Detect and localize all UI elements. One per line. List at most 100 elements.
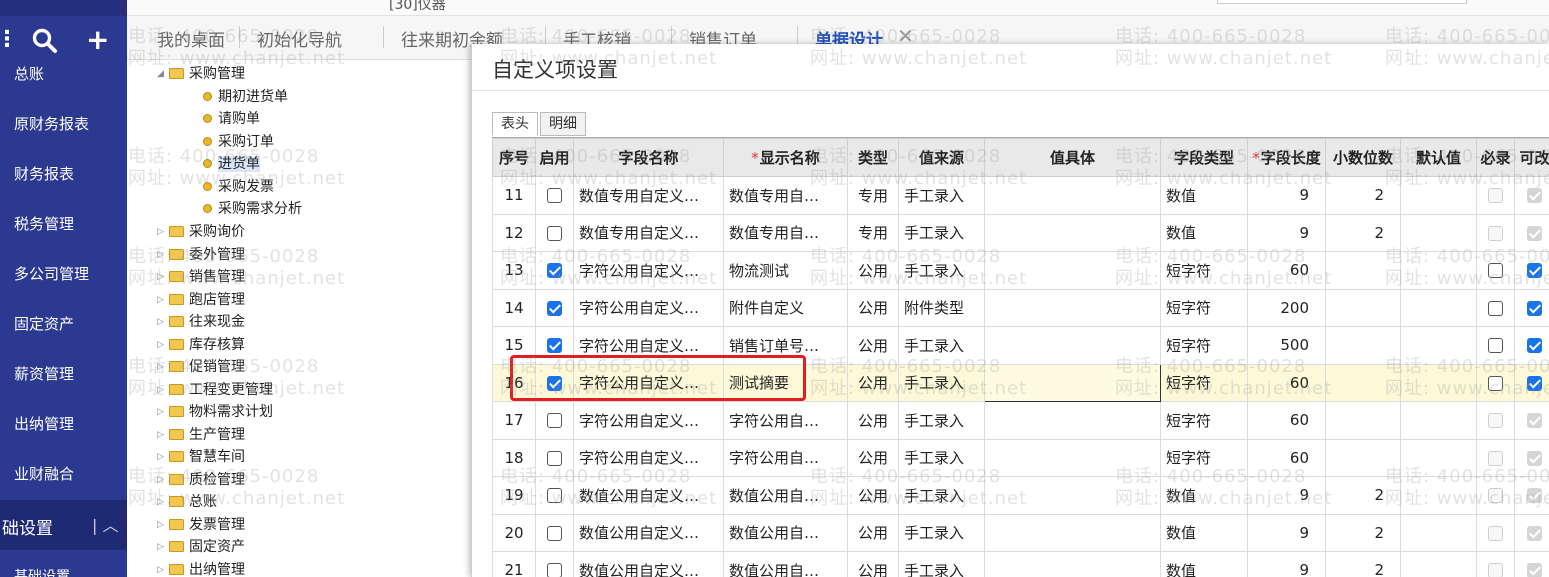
field-type-cell[interactable]: 短字符	[1160, 401, 1248, 440]
value-detail-cell[interactable]	[984, 551, 1161, 577]
value-detail-cell[interactable]	[984, 401, 1161, 440]
value-source-cell[interactable]: 手工录入	[898, 363, 985, 402]
collapsed-triangle-icon[interactable]: ▷	[157, 448, 169, 466]
decimal-places-cell[interactable]	[1325, 326, 1401, 365]
field-length-cell[interactable]: 60	[1247, 438, 1326, 477]
display-name-cell[interactable]: 字符公用自…	[723, 438, 848, 477]
value-source-cell[interactable]: 手工录入	[898, 476, 985, 515]
expanded-triangle-icon[interactable]: ◢	[157, 65, 169, 83]
tab-0[interactable]: 我的桌面	[157, 26, 225, 51]
enabled-checkbox[interactable]	[547, 375, 562, 391]
enabled-checkbox[interactable]	[547, 300, 562, 316]
table-row[interactable]: 16 字符公用自定义… 测试摘要 公用 手工录入 短字符 60	[492, 363, 1549, 402]
value-detail-cell[interactable]	[984, 288, 1161, 327]
nav-item[interactable]: 原财务报表	[14, 114, 89, 134]
required-checkbox[interactable]	[1488, 338, 1503, 354]
table-row[interactable]: 20 数值公用自定义… 数值公用自… 公用 手工录入 数值 9 2	[492, 513, 1549, 552]
decimal-places-cell[interactable]: 2	[1325, 476, 1401, 515]
tree-leaf[interactable]: 采购需求分析	[203, 200, 302, 218]
collapse-icon[interactable]: | ︿	[92, 512, 118, 536]
display-name-cell[interactable]: 数值专用自…	[723, 213, 848, 252]
collapsed-triangle-icon[interactable]: ▷	[157, 538, 169, 556]
tree-folder[interactable]: ▷ 跑店管理	[157, 291, 245, 309]
top-search-box[interactable]	[1217, 0, 1467, 4]
value-source-cell[interactable]: 手工录入	[898, 326, 985, 365]
tree-leaf[interactable]: 请购单	[203, 110, 260, 128]
field-length-cell[interactable]: 60	[1247, 401, 1326, 440]
editable-checkbox[interactable]	[1527, 263, 1542, 279]
value-source-cell[interactable]: 手工录入	[898, 401, 985, 440]
field-type-cell[interactable]: 短字符	[1160, 326, 1248, 365]
subtab-detail[interactable]: 明细	[540, 112, 586, 136]
tree-folder[interactable]: ▷ 往来现金	[157, 313, 245, 331]
nav-item[interactable]: 出纳管理	[14, 414, 74, 434]
display-name-cell[interactable]: 销售订单号…	[723, 326, 848, 365]
nav-item[interactable]: 固定资产	[14, 314, 74, 334]
tree-folder[interactable]: ▷ 生产管理	[157, 426, 245, 444]
required-checkbox[interactable]	[1488, 375, 1503, 391]
field-length-cell[interactable]: 200	[1247, 288, 1326, 327]
tree-folder[interactable]: ▷ 销售管理	[157, 268, 245, 286]
column-header[interactable]: 字段名称	[573, 138, 724, 177]
enabled-checkbox[interactable]	[547, 563, 562, 577]
value-source-cell[interactable]: 手工录入	[898, 251, 985, 290]
tree-folder[interactable]: ▷ 工程变更管理	[157, 381, 273, 399]
collapsed-triangle-icon[interactable]: ▷	[157, 403, 169, 421]
tree-leaf[interactable]: 采购订单	[203, 133, 274, 151]
field-type-cell[interactable]: 数值	[1160, 551, 1248, 577]
table-row[interactable]: 21 数值公用自定义… 数值公用自… 公用 手工录入 数值 9 2	[492, 551, 1549, 577]
default-value-cell[interactable]	[1400, 551, 1477, 577]
enabled-checkbox[interactable]	[547, 225, 562, 241]
nav-item[interactable]: 多公司管理	[14, 264, 89, 284]
tree-folder[interactable]: ▷ 物料需求计划	[157, 403, 273, 421]
field-type-cell[interactable]: 数值	[1160, 476, 1248, 515]
column-header[interactable]: 启用	[535, 138, 574, 177]
table-row[interactable]: 15 字符公用自定义… 销售订单号… 公用 手工录入 短字符 500	[492, 326, 1549, 365]
nav-sub-item[interactable]: 基础设置	[14, 566, 70, 577]
decimal-places-cell[interactable]	[1325, 288, 1401, 327]
default-value-cell[interactable]	[1400, 401, 1477, 440]
decimal-places-cell[interactable]	[1325, 438, 1401, 477]
tree-folder[interactable]: ▷ 委外管理	[157, 246, 245, 264]
value-detail-cell[interactable]	[984, 326, 1161, 365]
enabled-checkbox[interactable]	[547, 188, 562, 204]
column-header[interactable]: 值来源	[898, 138, 985, 177]
enabled-checkbox[interactable]	[547, 263, 562, 279]
tree-folder[interactable]: ▷ 固定资产	[157, 538, 245, 556]
collapsed-triangle-icon[interactable]: ▷	[157, 246, 169, 264]
required-checkbox[interactable]	[1488, 263, 1503, 279]
field-length-cell[interactable]: 9	[1247, 176, 1326, 215]
table-row[interactable]: 11 数值专用自定义… 数值专用自… 专用 手工录入 数值 9 2	[492, 176, 1549, 215]
table-row[interactable]: 17 字符公用自定义… 字符公用自… 公用 手工录入 短字符 60	[492, 401, 1549, 440]
collapsed-triangle-icon[interactable]: ▷	[157, 426, 169, 444]
field-type-cell[interactable]: 数值	[1160, 176, 1248, 215]
enabled-checkbox[interactable]	[547, 525, 562, 541]
value-source-cell[interactable]: 手工录入	[898, 213, 985, 252]
collapsed-triangle-icon[interactable]: ▷	[157, 291, 169, 309]
enabled-checkbox[interactable]	[547, 413, 562, 429]
field-length-cell[interactable]: 9	[1247, 551, 1326, 577]
column-header[interactable]: 可改	[1514, 138, 1549, 177]
value-detail-cell[interactable]	[984, 513, 1161, 552]
field-length-cell[interactable]: 500	[1247, 326, 1326, 365]
subtab-header[interactable]: 表头	[492, 112, 538, 136]
tree-leaf[interactable]: 进货单	[203, 155, 260, 173]
table-row[interactable]: 18 字符公用自定义… 字符公用自… 公用 手工录入 短字符 60	[492, 438, 1549, 477]
tree-folder[interactable]: ▷ 发票管理	[157, 516, 245, 534]
default-value-cell[interactable]	[1400, 513, 1477, 552]
enabled-checkbox[interactable]	[547, 488, 562, 504]
column-header[interactable]: 默认值	[1400, 138, 1477, 177]
tree-folder[interactable]: ▷ 采购询价	[157, 223, 245, 241]
default-value-cell[interactable]	[1400, 326, 1477, 365]
column-header[interactable]: 类型	[847, 138, 899, 177]
column-header[interactable]: *显示名称	[723, 138, 848, 177]
nav-item[interactable]: 财务报表	[14, 164, 74, 184]
default-value-cell[interactable]	[1400, 288, 1477, 327]
tree-folder[interactable]: ▷ 库存核算	[157, 336, 245, 354]
nav-item[interactable]: 薪资管理	[14, 364, 74, 384]
tree-folder[interactable]: ▷ 智慧车间	[157, 448, 245, 466]
collapsed-triangle-icon[interactable]: ▷	[157, 313, 169, 331]
collapsed-triangle-icon[interactable]: ▷	[157, 358, 169, 376]
collapsed-triangle-icon[interactable]: ▷	[157, 336, 169, 354]
default-value-cell[interactable]	[1400, 363, 1477, 402]
